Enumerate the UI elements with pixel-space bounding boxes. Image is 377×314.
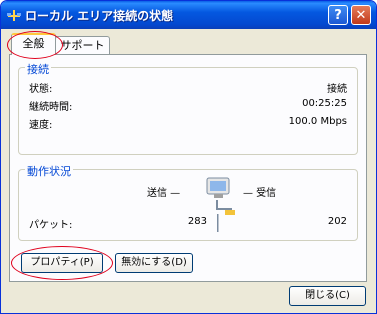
close-window-button[interactable]: ✕ — [351, 5, 371, 25]
help-button[interactable]: ? — [328, 5, 348, 25]
close-button[interactable]: 閉じる(C) — [289, 286, 366, 306]
connection-legend: 接続 — [25, 61, 51, 77]
received-label: — 受信 — [243, 188, 277, 199]
sent-label: 送信 — — [147, 188, 181, 199]
network-activity-icon — [205, 176, 239, 234]
title-bar[interactable]: ローカル エリア接続の状態 ? ✕ — [1, 1, 376, 29]
sent-packets-value: 283 — [187, 216, 207, 227]
speed-label: 速度: — [29, 120, 53, 131]
duration-label: 継続時間: — [29, 102, 73, 113]
disable-button[interactable]: 無効にする(D) — [115, 253, 193, 273]
window-title: ローカル エリア接続の状態 — [25, 9, 174, 23]
activity-group: 動作状況 送信 — — 受信 パケット: 283 202 — [18, 163, 358, 241]
tab-support[interactable]: サポート — [55, 36, 110, 56]
dialog-window: ローカル エリア接続の状態 ? ✕ 全般 サポート 接続 状態: 接続 継続時間… — [0, 0, 377, 314]
activity-legend: 動作状況 — [25, 163, 73, 179]
dialog-client-area: 全般 サポート 接続 状態: 接続 継続時間: 00:25:25 速度: 100… — [5, 29, 372, 309]
duration-value: 00:25:25 — [302, 98, 347, 109]
status-value: 接続 — [327, 84, 347, 95]
network-connection-icon — [6, 7, 22, 23]
speed-value: 100.0 Mbps — [288, 116, 347, 127]
tab-general[interactable]: 全般 — [11, 33, 56, 55]
status-label: 状態: — [29, 84, 53, 95]
tab-panel-general: 接続 状態: 接続 継続時間: 00:25:25 速度: 100.0 Mbps … — [9, 54, 367, 282]
connection-group: 接続 状態: 接続 継続時間: 00:25:25 速度: 100.0 Mbps — [18, 61, 358, 155]
received-packets-value: 202 — [327, 216, 347, 227]
packets-label: パケット: — [29, 220, 73, 231]
properties-button[interactable]: プロパティ(P) — [21, 253, 103, 273]
